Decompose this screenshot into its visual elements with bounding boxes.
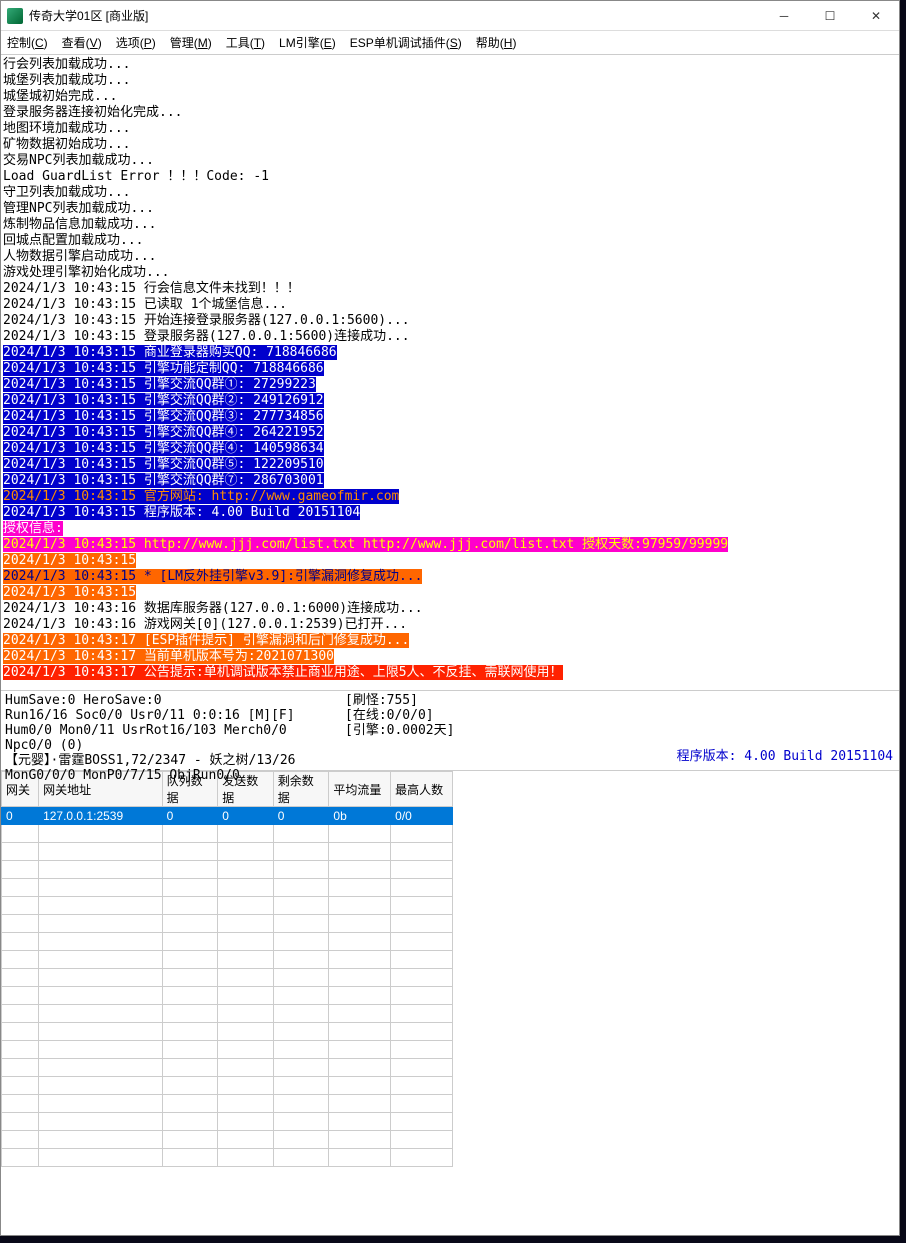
stat-line: 【元婴】·雷霆BOSS1,72/2347 - 妖之树/13/26 (5, 753, 337, 768)
titlebar[interactable]: 传奇大学01区 [商业版] ─ ☐ ✕ (1, 1, 899, 31)
log-line: 2024/1/3 10:43:15 http://www.jjj.com/lis… (3, 537, 899, 553)
stats-right: [刷怪:755][在线:0/0/0][引擎:0.0002天] (341, 691, 458, 770)
log-line: 回城点配置加载成功... (3, 233, 899, 249)
window-title: 传奇大学01区 [商业版] (29, 7, 148, 24)
log-line: 2024/1/3 10:43:15 登录服务器(127.0.0.1:5600)连… (3, 329, 899, 345)
log-line: 2024/1/3 10:43:17 当前单机版本号为:2021071300 (3, 649, 899, 665)
maximize-button[interactable]: ☐ (807, 1, 853, 31)
menu-c[interactable]: 控制(C) (7, 34, 48, 51)
log-line: Load GuardList Error ！！！Code: -1 (3, 169, 899, 185)
menubar: 控制(C) 查看(V) 选项(P) 管理(M) 工具(T) LM引擎(E) ESP单机调试插… (1, 31, 899, 55)
stat-line: [在线:0/0/0] (345, 708, 454, 723)
stat-line: Hum0/0 Mon0/11 UsrRot16/103 Merch0/0 Npc… (5, 723, 337, 753)
table-row[interactable] (2, 1041, 453, 1059)
menu-t[interactable]: 工具(T) (226, 34, 265, 51)
log-line: 城堡列表加载成功... (3, 73, 899, 89)
log-line: 2024/1/3 10:43:15 (3, 553, 899, 569)
log-line: 2024/1/3 10:43:17 公告提示:单机调试版本禁止商业用途、上限5人… (3, 665, 899, 681)
log-line: 管理NPC列表加载成功... (3, 201, 899, 217)
log-line: 登录服务器连接初始化完成... (3, 105, 899, 121)
table-row[interactable] (2, 1077, 453, 1095)
log-line: 2024/1/3 10:43:17 [ESP插件提示] 引擎漏洞和后门修复成功.… (3, 633, 899, 649)
log-line: 守卫列表加载成功... (3, 185, 899, 201)
table-row[interactable] (2, 861, 453, 879)
table-row[interactable] (2, 933, 453, 951)
app-window: 传奇大学01区 [商业版] ─ ☐ ✕ 控制(C) 查看(V) 选项(P) 管理(M)… (0, 0, 900, 1236)
log-area[interactable]: 行会列表加载成功...城堡列表加载成功...城堡城初始完成...登录服务器连接初… (1, 55, 899, 691)
log-line: 2024/1/3 10:43:15 官方网站: http://www.gameo… (3, 489, 899, 505)
stats-left: HumSave:0 HeroSave:0Run16/16 Soc0/0 Usr0… (1, 691, 341, 770)
log-line: 2024/1/3 10:43:15 开始连接登录服务器(127.0.0.1:56… (3, 313, 899, 329)
log-line: 2024/1/3 10:43:15 引擎交流QQ群①: 27299223 (3, 377, 899, 393)
table-row[interactable] (2, 1005, 453, 1023)
stat-line: [刷怪:755] (345, 693, 454, 708)
log-line: 人物数据引擎启动成功... (3, 249, 899, 265)
log-line: 2024/1/3 10:43:15 引擎交流QQ群⑤: 122209510 (3, 457, 899, 473)
log-line: 2024/1/3 10:43:15 程序版本: 4.00 Build 20151… (3, 505, 899, 521)
menu-m[interactable]: 管理(M) (170, 34, 212, 51)
log-line: 2024/1/3 10:43:15 引擎交流QQ群②: 249126912 (3, 393, 899, 409)
stat-line: [引擎:0.0002天] (345, 723, 454, 738)
stats-panel: HumSave:0 HeroSave:0Run16/16 Soc0/0 Usr0… (1, 691, 899, 771)
table-row[interactable] (2, 1095, 453, 1113)
table-row[interactable] (2, 843, 453, 861)
table-row[interactable] (2, 825, 453, 843)
table-row[interactable] (2, 879, 453, 897)
log-line: 行会列表加载成功... (3, 57, 899, 73)
gateway-table-wrap[interactable]: 网关网关地址队列数据发送数据剩余数据平均流量最高人数 0127.0.0.1:25… (1, 771, 899, 1235)
col-6[interactable]: 最高人数 (391, 772, 453, 807)
minimize-button[interactable]: ─ (761, 1, 807, 31)
table-row[interactable] (2, 1149, 453, 1167)
log-line: 炼制物品信息加载成功... (3, 217, 899, 233)
table-row[interactable] (2, 1113, 453, 1131)
log-line: 2024/1/3 10:43:15 行会信息文件未找到！！！ (3, 281, 899, 297)
close-button[interactable]: ✕ (853, 1, 899, 31)
log-line: 授权信息: (3, 521, 899, 537)
table-row[interactable] (2, 897, 453, 915)
app-icon (7, 8, 23, 24)
log-line: 2024/1/3 10:43:15 (3, 585, 899, 601)
version-label: 程序版本: 4.00 Build 20151104 (677, 749, 893, 764)
log-line: 2024/1/3 10:43:15 * [LM反外挂引擎v3.9]:引擎漏洞修复… (3, 569, 899, 585)
table-row[interactable]: 0127.0.0.1:25390000b0/0 (2, 807, 453, 825)
log-line: 2024/1/3 10:43:16 数据库服务器(127.0.0.1:6000)… (3, 601, 899, 617)
menu-v[interactable]: 查看(V) (62, 34, 102, 51)
menu-p[interactable]: 选项(P) (116, 34, 156, 51)
log-line: 游戏处理引擎初始化成功... (3, 265, 899, 281)
table-row[interactable] (2, 987, 453, 1005)
table-row[interactable] (2, 1059, 453, 1077)
menu-h[interactable]: 帮助(H) (476, 34, 517, 51)
log-line: 2024/1/3 10:43:15 商业登录器购买QQ: 718846686 (3, 345, 899, 361)
table-row[interactable] (2, 1023, 453, 1041)
stat-line: Run16/16 Soc0/0 Usr0/11 0:0:16 [M][F] (5, 708, 337, 723)
log-line: 地图环境加载成功... (3, 121, 899, 137)
table-row[interactable] (2, 915, 453, 933)
log-line: 2024/1/3 10:43:15 引擎交流QQ群③: 277734856 (3, 409, 899, 425)
log-line: 2024/1/3 10:43:15 引擎交流QQ群④: 264221952 (3, 425, 899, 441)
gateway-table: 网关网关地址队列数据发送数据剩余数据平均流量最高人数 0127.0.0.1:25… (1, 771, 453, 1167)
log-line: 2024/1/3 10:43:15 已读取 1个城堡信息... (3, 297, 899, 313)
log-line: 2024/1/3 10:43:15 引擎交流QQ群⑦: 286703001 (3, 473, 899, 489)
log-line: 矿物数据初始成功... (3, 137, 899, 153)
menu-s[interactable]: ESP单机调试插件(S) (350, 34, 462, 51)
log-line: 2024/1/3 10:43:16 游戏网关[0](127.0.0.1:2539… (3, 617, 899, 633)
col-5[interactable]: 平均流量 (329, 772, 391, 807)
table-row[interactable] (2, 969, 453, 987)
log-line: 2024/1/3 10:43:15 引擎交流QQ群④: 140598634 (3, 441, 899, 457)
menu-e[interactable]: LM引擎(E) (279, 34, 336, 51)
stat-line: HumSave:0 HeroSave:0 (5, 693, 337, 708)
table-row[interactable] (2, 1131, 453, 1149)
stat-line: MonG0/0/0 MonP0/7/15 ObjRun0/0 (5, 768, 337, 783)
table-row[interactable] (2, 951, 453, 969)
log-line: 交易NPC列表加载成功... (3, 153, 899, 169)
log-line: 2024/1/3 10:43:15 引擎功能定制QQ: 718846686 (3, 361, 899, 377)
log-line: 城堡城初始完成... (3, 89, 899, 105)
